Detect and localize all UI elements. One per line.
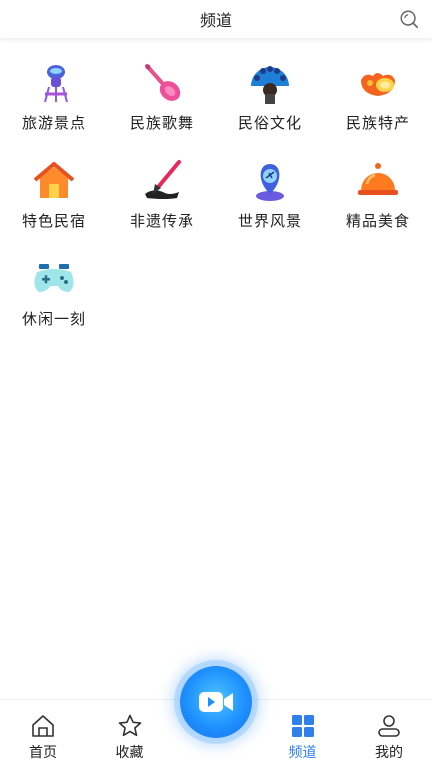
channel-label: 特色民宿 (21, 212, 86, 230)
tourist-attraction-icon (44, 65, 68, 103)
bottom-tab-bar: 首页 收藏 频道 我的 (0, 666, 432, 768)
tab-channels[interactable]: 频道 (260, 706, 346, 768)
header-bar: 频道 (0, 0, 432, 38)
pipa-instrument-icon (145, 64, 181, 101)
channel-label: 精品美食 (345, 212, 410, 230)
channel-heritage[interactable]: 非遗传承 (108, 158, 216, 232)
grid-icon (291, 715, 314, 737)
channel-world-scenery[interactable]: 世界风景 (216, 158, 324, 232)
channel-ethnic-song-dance[interactable]: 民族歌舞 (108, 60, 216, 134)
ink-brush-icon (145, 160, 181, 199)
search-icon[interactable] (398, 8, 420, 30)
tab-home[interactable]: 首页 (0, 706, 86, 768)
tab-favorites-label: 收藏 (115, 745, 144, 761)
game-controller-icon (34, 264, 74, 292)
food-cloche-icon (358, 163, 398, 195)
tab-favorites[interactable]: 收藏 (87, 706, 173, 768)
channel-label: 民族歌舞 (129, 114, 194, 132)
map-pin-plane-icon (256, 164, 284, 201)
page-title: 频道 (199, 11, 232, 30)
video-camera-icon (199, 692, 233, 712)
channel-grid: 旅游景点 民族歌舞 民俗文化 民族特产 特色民宿 非遗传承 世界风景 精品美食 … (0, 60, 432, 330)
home-icon (32, 715, 54, 737)
video-record-button[interactable] (180, 666, 252, 738)
user-icon (378, 715, 400, 737)
house-icon (33, 162, 75, 198)
tab-mine-label: 我的 (375, 745, 403, 761)
channel-label: 非遗传承 (129, 212, 194, 230)
channel-label: 旅游景点 (21, 114, 86, 132)
star-icon (118, 714, 141, 737)
channel-label: 休闲一刻 (21, 310, 86, 328)
channel-label: 世界风景 (237, 212, 302, 230)
channel-label: 民族特产 (345, 114, 410, 132)
tab-record[interactable] (173, 666, 259, 768)
tab-home-label: 首页 (29, 745, 57, 761)
channel-folk-culture[interactable]: 民俗文化 (216, 60, 324, 134)
tab-channels-label: 频道 (288, 745, 317, 761)
channel-homestay[interactable]: 特色民宿 (0, 158, 108, 232)
tab-mine[interactable]: 我的 (346, 706, 432, 768)
channel-ethnic-specialty[interactable]: 民族特产 (324, 60, 432, 134)
channel-tourist-attractions[interactable]: 旅游景点 (0, 60, 108, 134)
channel-label: 民俗文化 (237, 114, 302, 132)
channel-leisure[interactable]: 休闲一刻 (0, 256, 108, 330)
channel-fine-food[interactable]: 精品美食 (324, 158, 432, 232)
specialty-food-icon (361, 73, 395, 96)
peacock-costume-icon (251, 66, 289, 104)
